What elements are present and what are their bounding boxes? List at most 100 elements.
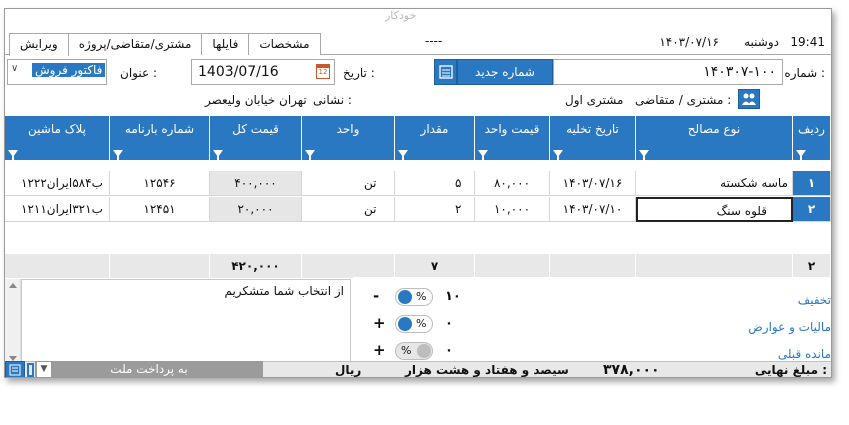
customer-label: مشتری / متقاضی : bbox=[635, 93, 732, 107]
card-icon[interactable] bbox=[27, 363, 34, 377]
filter-icon bbox=[398, 150, 408, 160]
toggle-knob bbox=[398, 290, 412, 304]
plate-cell[interactable]: ۱۲ب۳۲۱ایران۱۱ bbox=[5, 197, 110, 222]
tab-customer-project[interactable]: مشتری/متقاضی/پروژه bbox=[67, 33, 203, 55]
unload-date-cell[interactable]: ۱۴۰۳/۰۷/۱۰ bbox=[550, 197, 636, 222]
minus-icon[interactable]: - bbox=[373, 287, 379, 305]
filter-icon bbox=[639, 150, 649, 160]
footer-quantity-total: ۷ bbox=[395, 254, 475, 278]
tab-strip: ویرایش مشتری/متقاضی/پروژه فایلها مشخصات bbox=[9, 33, 321, 56]
current-date: ۱۴۰۳/۰۷/۱۶ bbox=[659, 35, 719, 49]
clock: 19:41 bbox=[790, 35, 825, 49]
waybill-cell[interactable]: ۱۲۵۴۶ bbox=[110, 171, 210, 196]
invoice-window: خودکار ویرایش مشتری/متقاضی/پروژه فایلها … bbox=[4, 8, 832, 378]
footer-empty bbox=[550, 254, 636, 278]
percent-toggle-tax[interactable]: % bbox=[395, 315, 433, 333]
address-label: نشانی : bbox=[313, 93, 352, 107]
background-window-title: خودکار bbox=[385, 9, 417, 22]
filter-icon bbox=[305, 150, 315, 160]
toggle-knob bbox=[398, 317, 412, 331]
filter-icon bbox=[478, 150, 488, 160]
footer-empty bbox=[475, 254, 550, 278]
notes-scrollbar[interactable] bbox=[5, 279, 21, 365]
footer-empty bbox=[636, 254, 793, 278]
filter-icon bbox=[113, 150, 123, 160]
total-price-cell: ۲۰,۰۰۰ bbox=[210, 197, 302, 222]
plate-cell[interactable]: ۱۲ب۵۸۴ایران۲۲ bbox=[5, 171, 110, 196]
chevron-down-icon[interactable]: ▼ bbox=[37, 362, 51, 377]
footer-price-total: ۴۲۰,۰۰۰ bbox=[210, 254, 302, 278]
filter-icon bbox=[796, 150, 806, 160]
date-label: تاریخ : bbox=[343, 66, 375, 80]
footer-empty bbox=[110, 254, 210, 278]
col-total-price[interactable]: قیمت کل bbox=[210, 116, 302, 160]
plus-icon[interactable]: + bbox=[373, 314, 386, 332]
tab-details[interactable]: مشخصات bbox=[248, 33, 321, 55]
waybill-cell[interactable]: ۱۲۴۵۱ bbox=[110, 197, 210, 222]
footer-row-count: ۲ bbox=[793, 254, 831, 278]
chevron-down-icon[interactable]: ∨ bbox=[11, 63, 18, 74]
new-number-button[interactable]: شماره جدید bbox=[457, 59, 553, 85]
calculator-icon[interactable] bbox=[5, 361, 25, 377]
top-bar: ویرایش مشتری/متقاضی/پروژه فایلها مشخصات … bbox=[5, 31, 831, 56]
customer-value[interactable]: مشتری اول bbox=[565, 93, 623, 107]
final-amount-label: مبلغ نهایی : bbox=[754, 363, 827, 377]
tax-label: مالیات و عوارض bbox=[748, 320, 831, 334]
quantity-cell[interactable]: ۲ bbox=[395, 197, 475, 222]
col-material-type[interactable]: نوع مصالح bbox=[636, 116, 793, 160]
col-waybill-number[interactable]: شماره بارنامه bbox=[110, 116, 210, 160]
status-dashes: ---- bbox=[425, 34, 443, 48]
notes-textarea[interactable]: از انتخاب شما متشکریم bbox=[21, 279, 351, 365]
title-select[interactable]: ∨ فاکتور فروش bbox=[7, 59, 107, 85]
filter-icon bbox=[8, 150, 18, 160]
col-plate[interactable]: پلاک ماشین bbox=[5, 116, 110, 160]
row-number[interactable]: ۱ bbox=[793, 171, 831, 196]
col-unload-date[interactable]: تاریخ تخلیه bbox=[550, 116, 636, 160]
final-amount-value: ۳۷۸,۰۰۰ bbox=[603, 362, 660, 378]
number-label: شماره : bbox=[784, 66, 825, 80]
adjustment-labels: تخفیف مالیات و عوارض مانده قبلی bbox=[627, 277, 831, 365]
title-label: عنوان : bbox=[120, 66, 157, 80]
tab-files[interactable]: فایلها bbox=[201, 33, 250, 55]
currency-label: ریال bbox=[335, 363, 362, 377]
col-unit-price[interactable]: قیمت واحد bbox=[475, 116, 550, 160]
filter-icon bbox=[553, 150, 563, 160]
number-field[interactable]: ۱۴۰۳۰۷-۱۰۰ bbox=[553, 59, 783, 85]
unit-cell[interactable]: تن bbox=[302, 197, 395, 222]
customers-icon[interactable] bbox=[738, 89, 760, 109]
total-price-cell: ۴۰۰,۰۰۰ bbox=[210, 171, 302, 196]
date-field[interactable]: 1403/07/16 12 bbox=[191, 59, 335, 85]
row-number[interactable]: ۲ bbox=[793, 197, 831, 222]
quantity-cell[interactable]: ۵ bbox=[395, 171, 475, 196]
discount-value[interactable]: ۱۰ bbox=[445, 289, 461, 304]
percent-toggle-discount[interactable]: % bbox=[395, 288, 433, 306]
unit-price-cell[interactable]: ۸۰,۰۰۰ bbox=[475, 171, 550, 196]
date-value: 1403/07/16 bbox=[198, 64, 279, 80]
unit-cell[interactable]: تن bbox=[302, 171, 395, 196]
day-name: دوشنبه bbox=[744, 35, 779, 49]
discount-label: تخفیف bbox=[797, 293, 831, 307]
col-unit[interactable]: واحد bbox=[302, 116, 395, 160]
footer-empty bbox=[5, 254, 110, 278]
col-quantity[interactable]: مقدار bbox=[395, 116, 475, 160]
filter-icon bbox=[213, 150, 223, 160]
footer-empty bbox=[302, 254, 395, 278]
col-row-number[interactable]: ردیف bbox=[793, 116, 831, 160]
material-cell[interactable]: قلوه سنگ bbox=[636, 197, 793, 222]
balance-value[interactable]: ۰ bbox=[445, 343, 453, 358]
material-cell[interactable]: ماسه شکسته bbox=[636, 171, 793, 196]
calculator-icon[interactable] bbox=[434, 59, 457, 85]
tab-edit[interactable]: ویرایش bbox=[9, 33, 69, 56]
address-value: تهران خیابان ولیعصر bbox=[205, 93, 307, 107]
plus-icon[interactable]: + bbox=[373, 341, 386, 359]
tax-value[interactable]: ۰ bbox=[445, 316, 453, 331]
calendar-icon[interactable]: 12 bbox=[316, 64, 330, 79]
percent-toggle-balance[interactable]: % bbox=[395, 342, 433, 360]
unload-date-cell[interactable]: ۱۴۰۳/۰۷/۱۶ bbox=[550, 171, 636, 196]
unit-price-cell[interactable]: ۱۰,۰۰۰ bbox=[475, 197, 550, 222]
bank-select[interactable]: ▼ به پرداخت ملت bbox=[35, 361, 263, 377]
amount-in-words: سیصد و هفتاد و هشت هزار bbox=[405, 363, 569, 377]
title-value: فاکتور فروش bbox=[32, 63, 106, 77]
scroll-up-icon[interactable] bbox=[9, 283, 17, 288]
toggle-knob bbox=[417, 344, 431, 358]
